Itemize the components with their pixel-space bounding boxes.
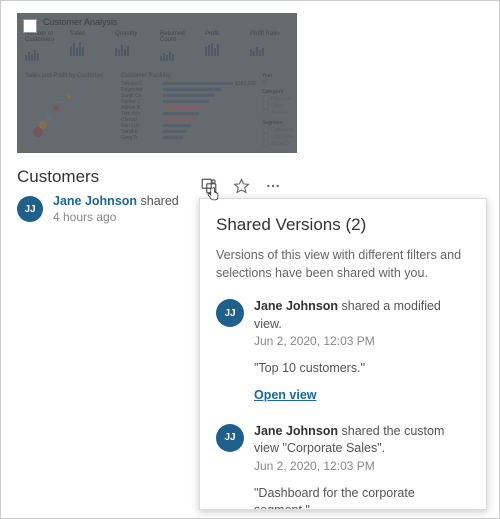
favorite-star-icon[interactable] bbox=[231, 176, 251, 196]
author-link[interactable]: Jane Johnson bbox=[53, 194, 137, 208]
shared-version-item: JJ Jane Johnson shared a modified view. … bbox=[216, 298, 472, 405]
popover-title: Shared Versions (2) bbox=[216, 215, 472, 235]
popover-description: Versions of this view with different fil… bbox=[216, 247, 472, 282]
share-author: Jane Johnson bbox=[254, 424, 338, 438]
shared-versions-popover: Shared Versions (2) Versions of this vie… bbox=[199, 198, 487, 510]
shared-versions-icon[interactable] bbox=[199, 176, 219, 196]
share-timestamp: Jun 2, 2020, 12:03 PM bbox=[254, 333, 472, 350]
share-note: "Top 10 customers." bbox=[254, 360, 472, 378]
more-actions-icon[interactable] bbox=[263, 176, 283, 196]
shared-version-item: JJ Jane Johnson shared the custom view "… bbox=[216, 423, 472, 509]
open-view-link[interactable]: Open view bbox=[254, 388, 317, 402]
timestamp: 4 hours ago bbox=[53, 210, 116, 224]
select-checkbox[interactable] bbox=[23, 19, 37, 33]
popover-scroll[interactable]: Shared Versions (2) Versions of this vie… bbox=[200, 199, 486, 509]
avatar: JJ bbox=[216, 299, 244, 327]
share-timestamp: Jun 2, 2020, 12:03 PM bbox=[254, 458, 472, 475]
avatar: JJ bbox=[216, 424, 244, 452]
share-author: Jane Johnson bbox=[254, 299, 338, 313]
share-note: "Dashboard for the corporate segment." bbox=[254, 485, 472, 509]
dashboard-thumbnail[interactable]: Customer Analysis Number of Customers Sa… bbox=[17, 13, 297, 153]
avatar: JJ bbox=[17, 196, 43, 222]
